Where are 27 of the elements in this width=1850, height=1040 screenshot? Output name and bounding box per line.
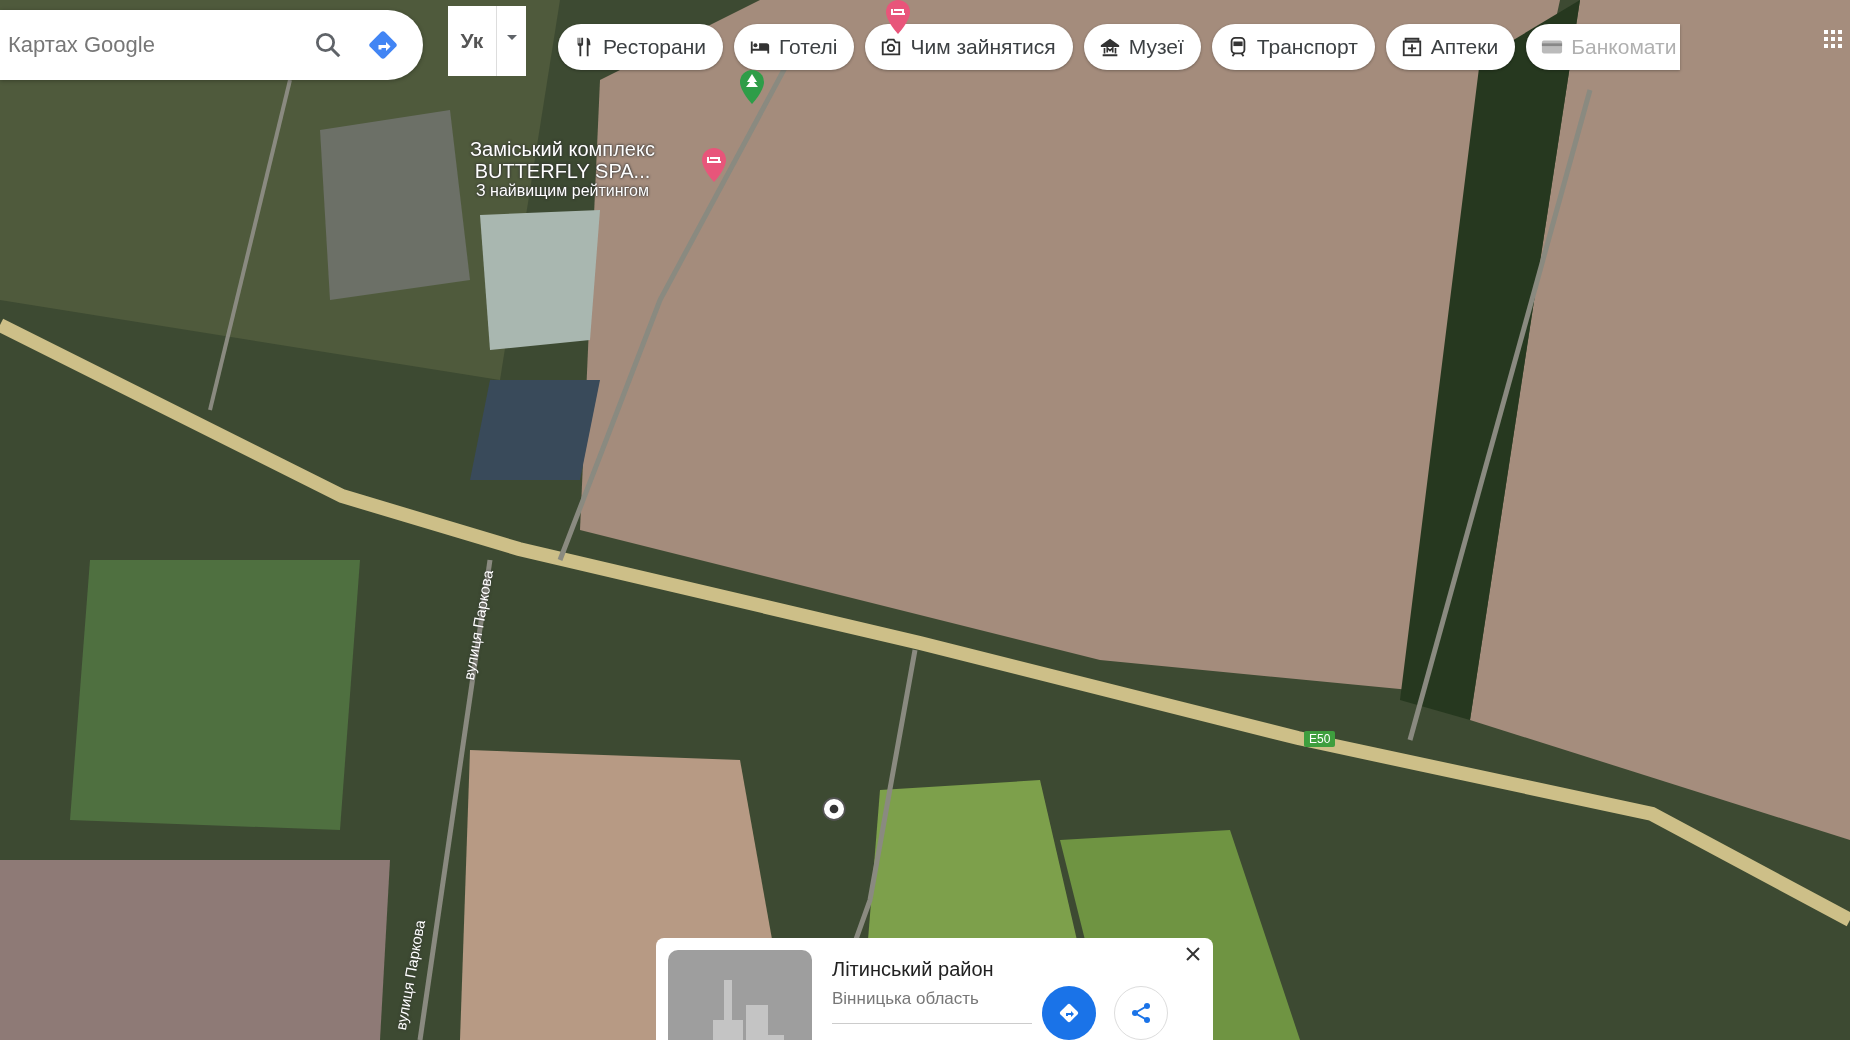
category-chip[interactable]: Ресторани	[558, 24, 723, 70]
search-bar[interactable]: Картах Google	[0, 10, 423, 80]
category-chip[interactable]: Готелі	[734, 24, 855, 70]
museum-icon	[1098, 36, 1121, 58]
category-chip[interactable]: Аптеки	[1385, 24, 1516, 70]
place-title: Літинський район	[832, 958, 995, 981]
share-icon	[1129, 1001, 1153, 1025]
category-chip[interactable]: Чим зайнятися	[865, 24, 1073, 70]
close-icon	[1185, 946, 1201, 962]
street-label: вулиця Паркова	[459, 568, 497, 682]
pharmacy-icon	[1400, 36, 1423, 58]
place-name[interactable]: BUTTERFLY SPA...	[470, 160, 655, 182]
directions-button[interactable]	[1042, 986, 1096, 1040]
share-button[interactable]	[1114, 986, 1168, 1040]
street-label: вулиця Паркова	[391, 918, 429, 1032]
search-field[interactable]: Картах Google	[6, 31, 291, 59]
category-chip[interactable]: Транспорт	[1211, 24, 1375, 70]
caret-icon	[506, 34, 517, 40]
hotel-pin-icon	[702, 148, 726, 182]
location-marker-icon	[821, 796, 847, 822]
road-shield: E50	[1304, 731, 1336, 747]
apps-grid-icon[interactable]	[1824, 30, 1842, 48]
search-icon[interactable]	[313, 30, 343, 60]
camera-icon	[880, 36, 903, 58]
category-chip[interactable]: Музеї	[1083, 24, 1201, 70]
tree-pin-icon	[740, 70, 764, 104]
place-region: Вінницька область	[832, 989, 980, 1009]
